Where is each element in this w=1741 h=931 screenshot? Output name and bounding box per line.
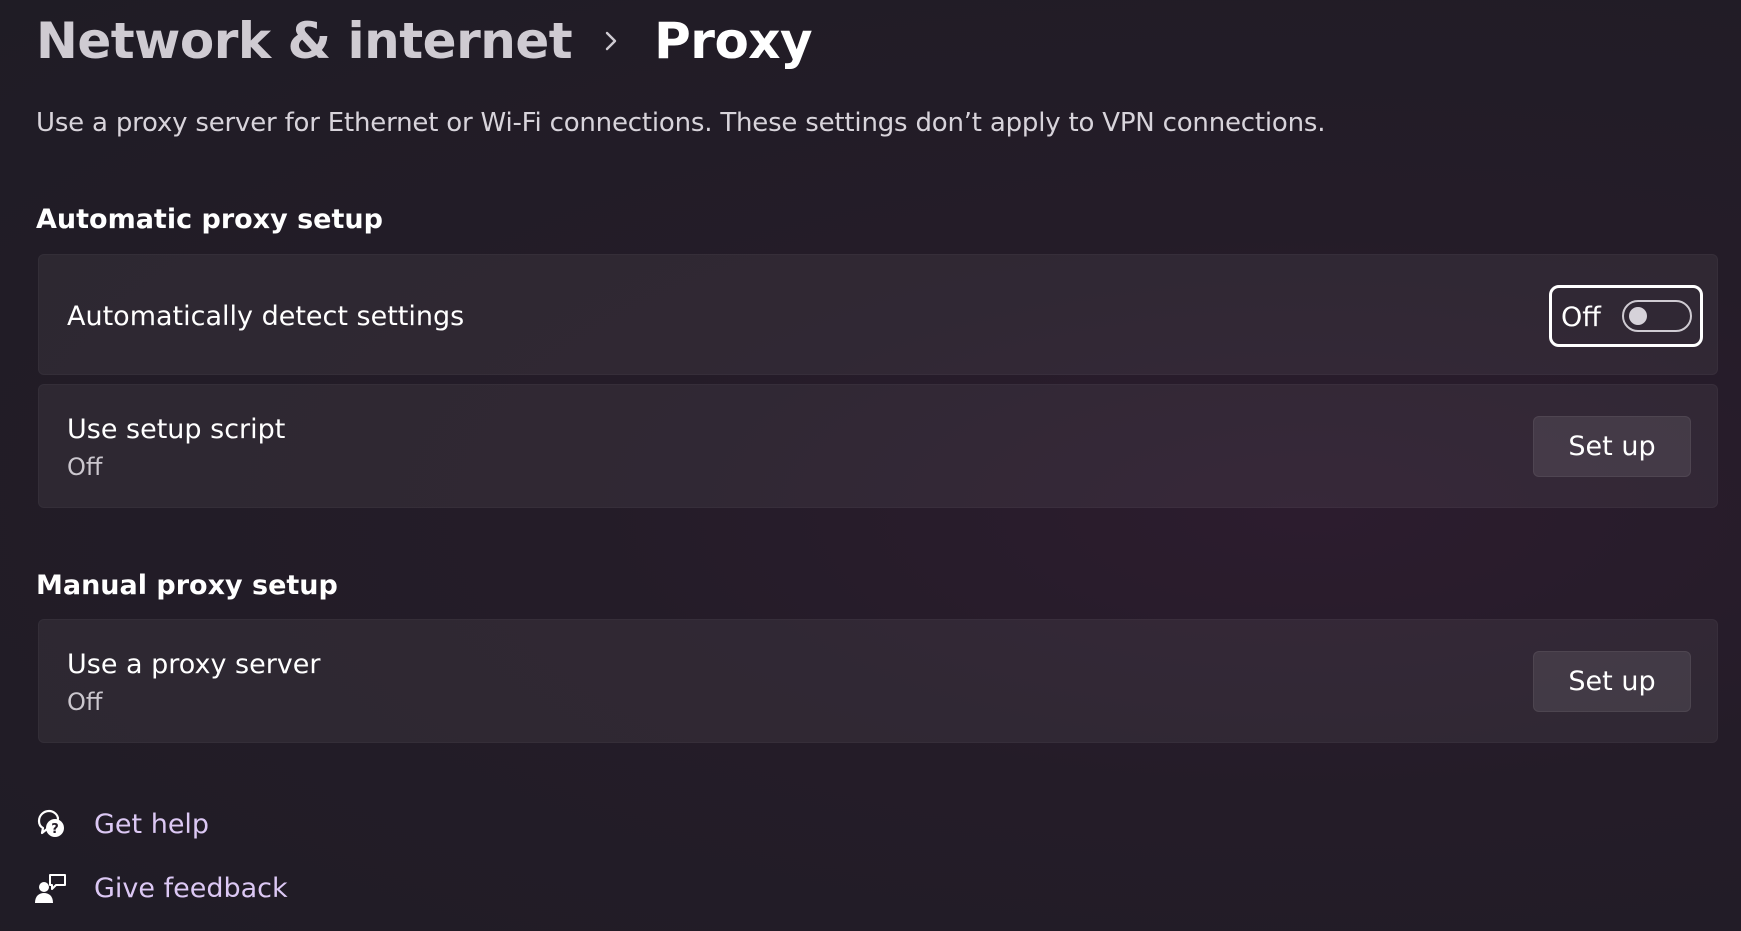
auto-detect-settings-card: Automatically detect settings Off [38,254,1718,375]
svg-text:?: ? [51,822,59,837]
chevron-right-icon [598,28,624,54]
auto-detect-label: Automatically detect settings [67,301,465,332]
proxy-server-card: Use a proxy server Off Set up [38,619,1718,743]
toggle-knob [1629,307,1647,325]
proxy-server-status: Off [67,688,103,716]
breadcrumb-network-internet[interactable]: Network & internet [36,12,573,70]
toggle-switch[interactable] [1622,300,1692,332]
proxy-server-label: Use a proxy server [67,649,321,680]
setup-script-label: Use setup script [67,414,286,445]
give-feedback-label: Give feedback [94,872,288,904]
get-help-link[interactable]: ? Get help [34,804,209,844]
section-title-manual: Manual proxy setup [36,570,338,601]
proxy-server-setup-button[interactable]: Set up [1533,651,1691,712]
setup-script-status: Off [67,453,103,481]
page-description: Use a proxy server for Ethernet or Wi-Fi… [36,108,1326,138]
breadcrumb: Network & internet Proxy [36,6,813,76]
page-title: Proxy [654,12,813,70]
toggle-state-label: Off [1561,302,1601,333]
help-chat-icon: ? [34,807,68,841]
section-title-automatic: Automatic proxy setup [36,204,383,235]
proxy-settings-page: Network & internet Proxy Use a proxy ser… [0,0,1741,931]
feedback-person-icon [34,871,68,905]
setup-script-button[interactable]: Set up [1533,416,1691,477]
get-help-label: Get help [94,808,210,840]
auto-detect-toggle[interactable]: Off [1549,285,1703,347]
setup-script-card: Use setup script Off Set up [38,384,1718,508]
give-feedback-link[interactable]: Give feedback [34,868,288,908]
